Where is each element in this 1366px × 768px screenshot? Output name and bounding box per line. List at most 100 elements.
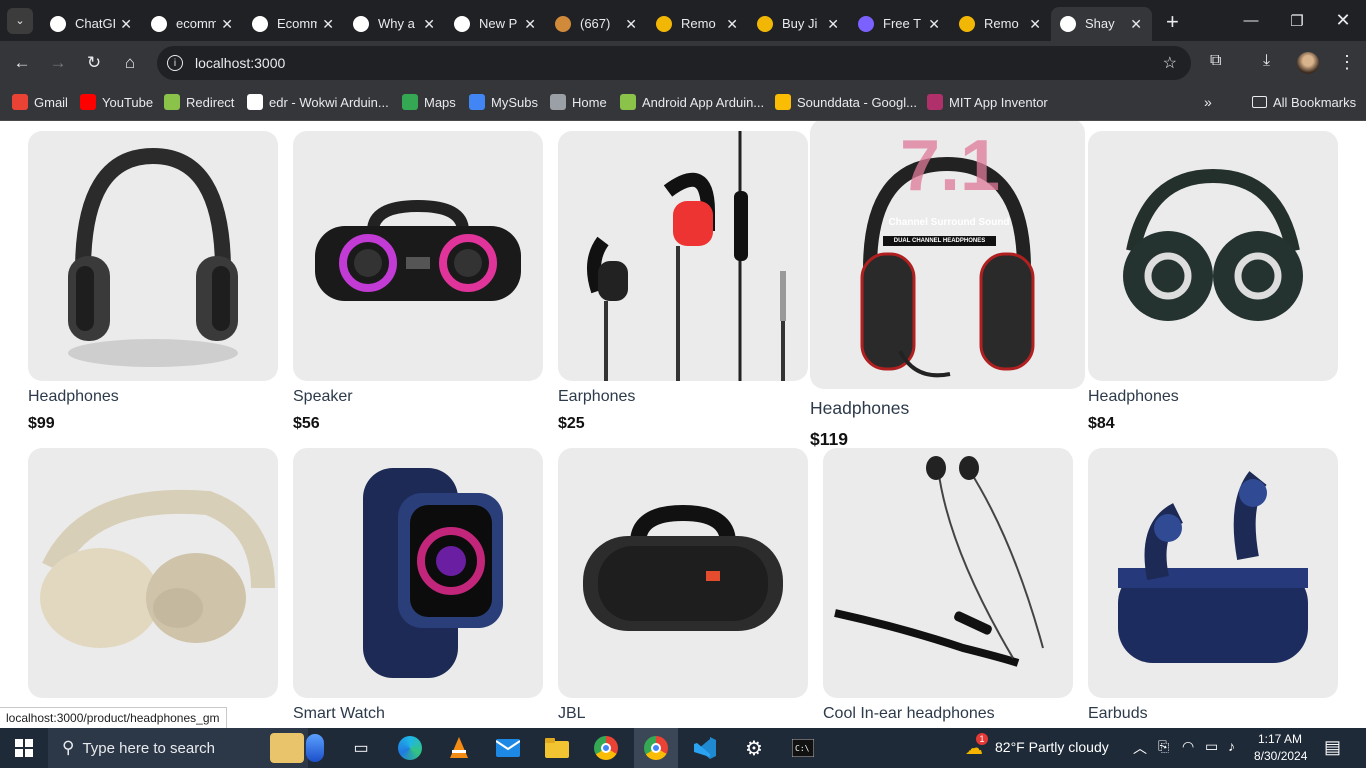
product-card[interactable]: Speaker $56 xyxy=(293,131,543,433)
tab-0[interactable]: ChatGPT ✕ xyxy=(41,7,142,41)
home-button[interactable]: ⌂ xyxy=(117,50,143,76)
bookmark-7[interactable]: Android App Arduin... xyxy=(620,93,764,111)
address-bar[interactable]: i localhost:3000 ☆ xyxy=(157,46,1191,80)
product-card[interactable]: JBL xyxy=(558,448,808,728)
product-image[interactable] xyxy=(823,448,1073,698)
bookmarks-overflow-icon[interactable]: » xyxy=(1204,93,1212,111)
bookmark-9[interactable]: MIT App Inventor xyxy=(927,93,1048,111)
product-name[interactable]: Headphones xyxy=(810,398,1060,419)
battery-icon[interactable]: ▭ xyxy=(1205,738,1218,755)
tab-5[interactable]: (667) ✕ xyxy=(546,7,647,41)
product-card[interactable]: Earphones $25 xyxy=(558,131,808,433)
product-image[interactable] xyxy=(558,448,808,698)
tab-close-icon[interactable]: ✕ xyxy=(221,16,233,33)
product-card[interactable]: Headphones $99 xyxy=(28,131,278,433)
bookmark-6[interactable]: Home xyxy=(550,93,607,111)
chrome-active-icon[interactable] xyxy=(644,736,668,760)
tab-close-icon[interactable]: ✕ xyxy=(625,16,637,33)
product-name[interactable]: Earphones xyxy=(558,388,808,406)
product-name[interactable]: Cool In-ear headphones xyxy=(823,705,1073,723)
product-image[interactable] xyxy=(28,131,278,381)
tab-close-icon[interactable]: ✕ xyxy=(322,16,334,33)
tab-close-icon[interactable]: ✕ xyxy=(423,16,435,33)
taskbar-search[interactable]: ⚲ Type here to search xyxy=(48,728,308,768)
tab-6[interactable]: Remo ✕ xyxy=(647,7,748,41)
reload-button[interactable]: ↻ xyxy=(81,50,107,76)
wifi-icon[interactable]: ◠ xyxy=(1182,738,1194,755)
product-image[interactable] xyxy=(1088,131,1338,381)
kebab-menu-icon[interactable]: ⋮ xyxy=(1338,52,1356,73)
task-view-icon[interactable]: ▭ xyxy=(349,736,373,760)
tab-close-icon[interactable]: ✕ xyxy=(726,16,738,33)
terminal-icon[interactable]: C:\ xyxy=(791,736,815,760)
tab-search-button[interactable]: ⌄ xyxy=(7,7,33,34)
edge-icon[interactable] xyxy=(398,736,422,760)
file-explorer-icon[interactable] xyxy=(545,736,569,760)
tab-7[interactable]: Buy Ji ✕ xyxy=(748,7,849,41)
minimize-button[interactable]: — xyxy=(1228,0,1274,41)
tab-2[interactable]: Ecommerce ✕ xyxy=(243,7,344,41)
product-image[interactable] xyxy=(293,131,543,381)
site-info-icon[interactable]: i xyxy=(167,55,183,71)
product-image[interactable]: 7.1 Channel Surround Sound DUAL CHANNEL HE… xyxy=(810,121,1085,389)
tab-close-icon[interactable]: ✕ xyxy=(827,16,839,33)
product-name[interactable]: Headphones xyxy=(28,388,278,406)
tab-10[interactable]: Shay ✕ xyxy=(1051,6,1152,41)
profile-avatar[interactable] xyxy=(1297,52,1319,74)
product-card[interactable] xyxy=(28,448,278,707)
product-name[interactable]: Speaker xyxy=(293,388,543,406)
product-card[interactable]: 7.1 Channel Surround Sound DUAL CHANNEL HE… xyxy=(810,121,1085,450)
product-card[interactable]: Headphones $84 xyxy=(1088,131,1338,433)
settings-gear-icon[interactable]: ⚙ xyxy=(742,736,766,760)
tray-chevron-icon[interactable]: ︿ xyxy=(1133,738,1147,758)
new-tab-button[interactable]: + xyxy=(1166,9,1179,35)
tab-close-icon[interactable]: ✕ xyxy=(928,16,940,33)
chrome-icon[interactable] xyxy=(594,736,618,760)
vscode-icon[interactable] xyxy=(693,736,717,760)
forward-button[interactable]: → xyxy=(45,50,71,76)
bookmark-4[interactable]: Maps xyxy=(402,93,456,111)
bookmark-star-icon[interactable]: ☆ xyxy=(1163,53,1177,73)
back-button[interactable]: ← xyxy=(9,50,35,76)
volume-icon[interactable]: ♪ xyxy=(1228,738,1235,754)
tab-close-icon[interactable]: ✕ xyxy=(120,16,132,33)
clock-date[interactable]: 8/30/2024 xyxy=(1254,749,1307,763)
tab-close-icon[interactable]: ✕ xyxy=(1130,16,1142,33)
tab-4[interactable]: New P ✕ xyxy=(445,7,546,41)
mail-icon[interactable] xyxy=(496,736,520,760)
product-name[interactable]: Earbuds xyxy=(1088,705,1338,723)
bookmark-8[interactable]: Sounddata - Googl... xyxy=(775,93,917,111)
product-name[interactable]: JBL xyxy=(558,705,808,723)
tab-close-icon[interactable]: ✕ xyxy=(524,16,536,33)
bookmark-1[interactable]: YouTube xyxy=(80,93,153,111)
meet-now-icon[interactable]: ⎘ xyxy=(1158,738,1169,755)
product-name[interactable]: Smart Watch xyxy=(293,705,543,723)
tab-1[interactable]: ecommerce ✕ xyxy=(142,7,243,41)
restore-button[interactable]: ❐ xyxy=(1274,0,1320,41)
bookmark-0[interactable]: Gmail xyxy=(12,93,68,111)
close-window-button[interactable]: ✕ xyxy=(1320,0,1366,41)
tab-3[interactable]: Why a ✕ xyxy=(344,7,445,41)
tab-9[interactable]: Remo ✕ xyxy=(950,7,1051,41)
tab-close-icon[interactable]: ✕ xyxy=(1029,16,1041,33)
weather-text[interactable]: 82°F Partly cloudy xyxy=(995,739,1109,755)
start-button[interactable] xyxy=(12,736,36,760)
all-bookmarks-button[interactable]: All Bookmarks xyxy=(1252,93,1356,111)
vlc-icon[interactable] xyxy=(447,736,471,760)
product-image[interactable] xyxy=(1088,448,1338,698)
clock-time[interactable]: 1:17 AM xyxy=(1258,732,1302,746)
product-card[interactable]: Smart Watch xyxy=(293,448,543,728)
product-image[interactable] xyxy=(558,131,808,381)
product-name[interactable]: Headphones xyxy=(1088,388,1338,406)
product-card[interactable]: Cool In-ear headphones xyxy=(823,448,1073,728)
weather-icon[interactable]: ☁ 1 xyxy=(962,733,988,760)
tab-8[interactable]: Free T ✕ xyxy=(849,7,950,41)
bookmark-3[interactable]: edr - Wokwi Arduin... xyxy=(247,93,389,111)
product-image[interactable] xyxy=(28,448,278,698)
bookmark-5[interactable]: MySubs xyxy=(469,93,538,111)
download-icon[interactable]: ⤓ xyxy=(1263,52,1270,70)
product-image[interactable] xyxy=(293,448,543,698)
search-highlight-icon[interactable] xyxy=(270,733,304,763)
bookmark-2[interactable]: Redirect xyxy=(164,93,234,111)
product-card[interactable]: Earbuds xyxy=(1088,448,1338,728)
